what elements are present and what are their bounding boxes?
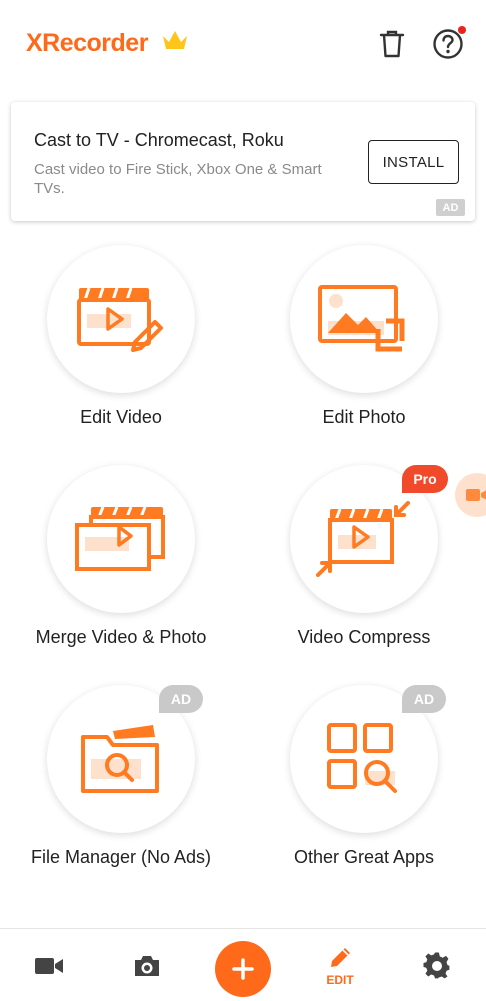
tile-circle[interactable] bbox=[290, 245, 438, 393]
gear-icon bbox=[423, 951, 450, 978]
app-name: XRecorder bbox=[26, 29, 148, 57]
ad-badge: AD bbox=[402, 685, 446, 713]
bottom-navigation: EDIT bbox=[0, 928, 486, 1001]
apps-grid-icon bbox=[327, 723, 397, 793]
tile-label: Video Compress bbox=[297, 627, 431, 647]
notification-dot bbox=[458, 26, 466, 34]
tile-label: Merge Video & Photo bbox=[35, 627, 207, 647]
merge-icon bbox=[75, 506, 165, 571]
top-app-bar: XRecorder bbox=[0, 0, 486, 88]
tile-file-manager[interactable]: AD File Manager (No Ads) bbox=[11, 685, 231, 895]
ad-banner[interactable]: Cast to TV - Chromecast, Roku Cast video… bbox=[11, 102, 475, 221]
ad-badge: AD bbox=[436, 199, 465, 216]
edit-video-icon bbox=[77, 287, 163, 352]
tile-circle[interactable] bbox=[47, 465, 195, 613]
nav-screenshot[interactable] bbox=[124, 929, 170, 1001]
tile-video-compress[interactable]: Pro Video Compress bbox=[254, 465, 474, 675]
ad-title: Cast to TV - Chromecast, Roku bbox=[34, 130, 284, 150]
tile-edit-video[interactable]: Edit Video bbox=[11, 245, 231, 455]
compress-icon bbox=[316, 501, 410, 577]
file-manager-icon bbox=[81, 725, 159, 793]
camera-video-icon bbox=[466, 489, 486, 501]
trash-icon bbox=[379, 30, 405, 58]
pro-badge: Pro bbox=[402, 465, 448, 493]
nav-record-video[interactable] bbox=[26, 929, 72, 1001]
help-button[interactable] bbox=[430, 26, 466, 62]
trash-button[interactable] bbox=[374, 26, 410, 62]
tile-label: Edit Video bbox=[80, 407, 162, 427]
tile-label: Other Great Apps bbox=[293, 847, 435, 867]
plus-icon bbox=[232, 958, 254, 980]
nav-edit[interactable]: EDIT bbox=[314, 929, 366, 1001]
video-camera-icon bbox=[35, 957, 63, 974]
add-button[interactable] bbox=[215, 941, 271, 997]
ad-badge: AD bbox=[159, 685, 203, 713]
camera-icon bbox=[135, 955, 159, 976]
tile-other-apps[interactable]: AD Other Great Apps bbox=[254, 685, 474, 895]
tile-merge[interactable]: Merge Video & Photo bbox=[11, 465, 231, 675]
pencil-icon bbox=[331, 947, 350, 967]
install-button[interactable]: INSTALL bbox=[368, 140, 459, 184]
app-screen: XRecorder Cast to TV - Chromecast, Roku … bbox=[0, 0, 486, 1001]
nav-settings[interactable] bbox=[414, 929, 460, 1001]
nav-edit-label: EDIT bbox=[326, 972, 354, 987]
ad-subtitle: Cast video to Fire Stick, Xbox One & Sma… bbox=[34, 161, 322, 197]
app-logo: XRecorder bbox=[26, 28, 190, 59]
tile-circle[interactable] bbox=[47, 245, 195, 393]
edit-photo-icon bbox=[318, 285, 405, 352]
tile-label: Edit Photo bbox=[322, 407, 406, 427]
tile-edit-photo[interactable]: Edit Photo bbox=[254, 245, 474, 455]
tile-label: File Manager (No Ads) bbox=[30, 847, 212, 867]
crown-icon[interactable] bbox=[160, 28, 190, 59]
